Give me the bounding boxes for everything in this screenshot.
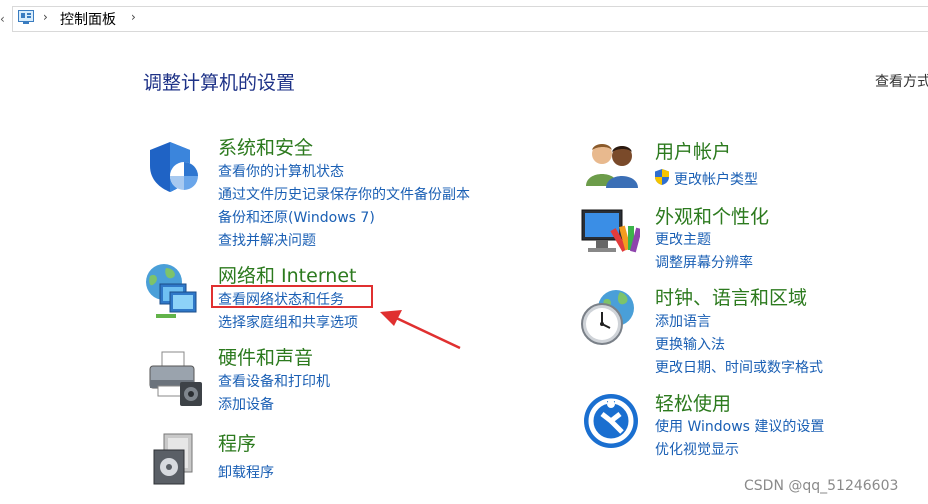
user-accounts-icon[interactable] xyxy=(584,140,640,190)
left-edge-chevron: ‹ xyxy=(0,12,5,26)
link-uninstall-program[interactable]: 卸载程序 xyxy=(218,462,274,482)
address-field[interactable] xyxy=(12,6,928,32)
category-network-internet[interactable]: 网络和 Internet xyxy=(218,261,356,288)
link-devices-printers[interactable]: 查看设备和打印机 xyxy=(218,371,330,391)
link-change-account-type[interactable]: 更改帐户类型 xyxy=(674,169,758,189)
category-hardware-sound[interactable]: 硬件和声音 xyxy=(218,343,313,370)
link-windows-recommended-settings[interactable]: 使用 Windows 建议的设置 xyxy=(655,416,824,436)
link-optimize-visual-display[interactable]: 优化视觉显示 xyxy=(655,439,739,459)
appearance-monitor-icon[interactable] xyxy=(580,208,640,262)
category-programs[interactable]: 程序 xyxy=(218,429,256,456)
category-clock-language-region[interactable]: 时钟、语言和区域 xyxy=(655,283,807,310)
breadcrumb-chevron-icon[interactable]: › xyxy=(43,10,48,24)
page-title: 调整计算机的设置 xyxy=(143,72,296,94)
watermark: CSDN @qq_51246603 xyxy=(744,478,899,494)
network-globe-icon[interactable] xyxy=(142,262,198,322)
breadcrumb-control-panel[interactable]: 控制面板 xyxy=(60,9,116,29)
ease-of-access-icon[interactable] xyxy=(582,392,640,450)
link-homegroup-sharing[interactable]: 选择家庭组和共享选项 xyxy=(218,312,358,332)
link-adjust-resolution[interactable]: 调整屏幕分辨率 xyxy=(655,252,753,272)
address-bar: ‹ › 控制面板 › xyxy=(0,0,928,36)
category-appearance[interactable]: 外观和个性化 xyxy=(655,202,769,229)
highlight-box xyxy=(211,285,373,308)
uac-shield-icon xyxy=(655,169,669,185)
link-add-language[interactable]: 添加语言 xyxy=(655,311,711,331)
category-system-security[interactable]: 系统和安全 xyxy=(218,133,313,160)
control-panel-icon xyxy=(18,10,34,24)
link-view-computer-status[interactable]: 查看你的计算机状态 xyxy=(218,161,344,181)
link-file-history-backup[interactable]: 通过文件历史记录保存你的文件备份副本 xyxy=(218,184,470,204)
breadcrumb-chevron-icon[interactable]: › xyxy=(131,10,136,24)
printer-icon[interactable] xyxy=(146,350,204,408)
link-backup-restore[interactable]: 备份和还原(Windows 7) xyxy=(218,207,375,227)
clock-globe-icon[interactable] xyxy=(580,288,640,348)
category-user-accounts[interactable]: 用户帐户 xyxy=(655,137,731,164)
link-change-input-method[interactable]: 更换输入法 xyxy=(655,334,725,354)
view-by-label: 查看方式 xyxy=(875,74,928,90)
category-ease-of-access[interactable]: 轻松使用 xyxy=(655,389,731,416)
link-add-device[interactable]: 添加设备 xyxy=(218,394,274,414)
link-troubleshoot[interactable]: 查找并解决问题 xyxy=(218,230,316,250)
shield-icon[interactable] xyxy=(146,138,202,194)
link-change-date-time-format[interactable]: 更改日期、时间或数字格式 xyxy=(655,357,823,377)
programs-icon[interactable] xyxy=(150,432,200,486)
link-change-theme[interactable]: 更改主题 xyxy=(655,229,711,249)
red-arrow-annotation xyxy=(380,310,461,350)
